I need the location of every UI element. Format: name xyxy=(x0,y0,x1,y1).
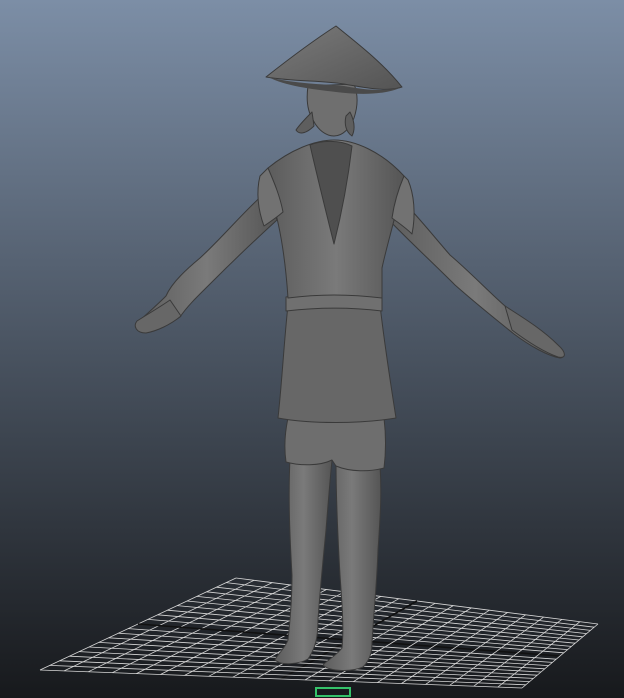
maya-3d-viewport[interactable] xyxy=(0,0,624,698)
viewport-canvas[interactable] xyxy=(0,0,624,698)
tunic-skirt xyxy=(277,304,397,423)
shorts xyxy=(284,417,386,472)
